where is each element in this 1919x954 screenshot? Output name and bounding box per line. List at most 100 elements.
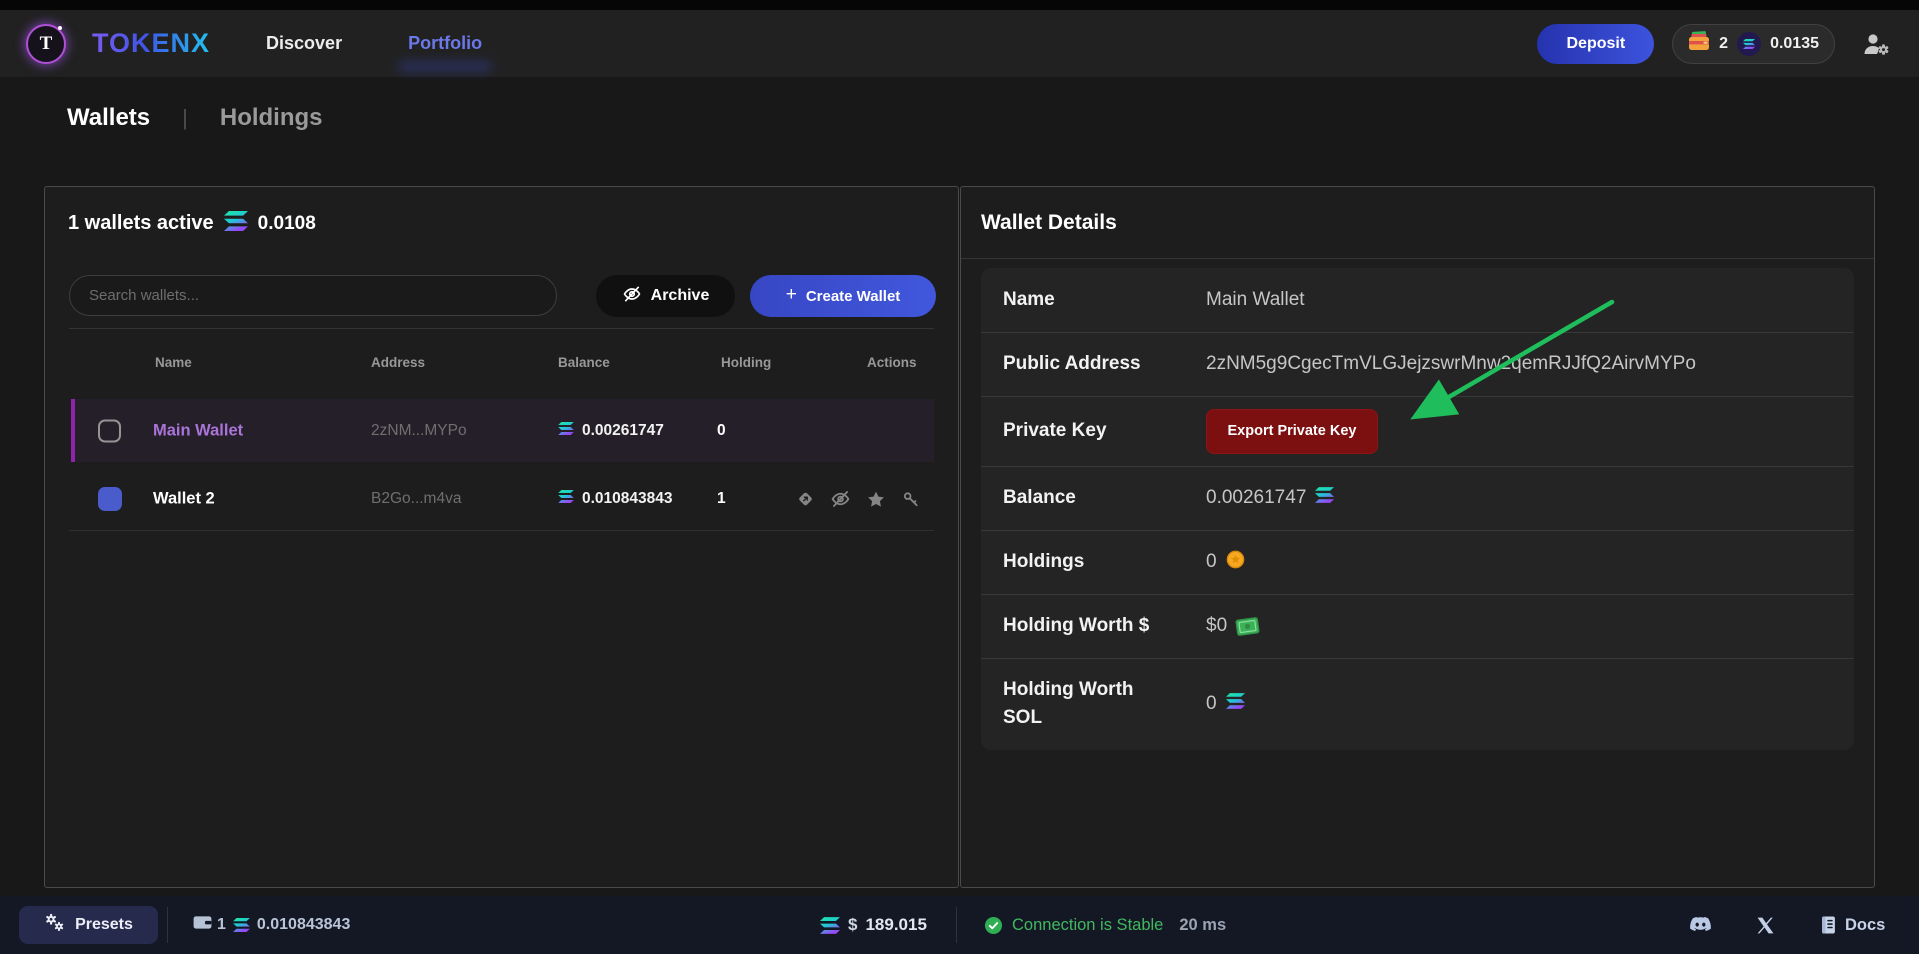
wallet-icon xyxy=(193,915,212,935)
active-wallets-text: 1 wallets active xyxy=(68,212,214,235)
column-holding: Holding xyxy=(721,355,771,370)
public-address-label: Public Address xyxy=(1003,350,1206,378)
star-icon[interactable] xyxy=(865,489,886,510)
footer-wallet-stat[interactable]: 1 0.010843843 xyxy=(193,896,350,954)
navbar-sol-balance: 0.0135 xyxy=(1770,35,1819,53)
latency-value: 20 ms xyxy=(1179,916,1226,935)
wallet-emoji-icon xyxy=(1688,31,1710,56)
sol-price: $ 189.015 xyxy=(820,896,927,954)
x-twitter-icon[interactable] xyxy=(1756,896,1775,954)
price-currency: $ xyxy=(848,915,857,935)
wallet-summary-pill[interactable]: 2 0.0135 xyxy=(1672,24,1835,64)
active-wallet-count: 2 xyxy=(1719,35,1728,53)
column-balance: Balance xyxy=(558,355,610,370)
wallet-checkbox[interactable] xyxy=(98,419,121,442)
wallets-summary: 1 wallets active 0.0108 xyxy=(68,211,316,236)
solana-icon xyxy=(224,211,248,236)
divider xyxy=(961,258,1874,259)
column-address: Address xyxy=(371,355,425,370)
column-actions: Actions xyxy=(867,355,917,370)
eye-off-icon[interactable] xyxy=(830,489,851,510)
solana-icon xyxy=(233,918,250,932)
column-name: Name xyxy=(155,355,192,370)
page-tabs: Wallets | Holdings xyxy=(67,104,323,132)
solana-icon xyxy=(558,422,574,440)
holding-worth-usd-value: $0 xyxy=(1206,615,1227,637)
send-icon[interactable] xyxy=(795,489,816,510)
holding-worth-sol-label: Holding Worth SOL xyxy=(1003,676,1206,731)
account-settings-icon[interactable] xyxy=(1859,27,1893,61)
wallets-panel: 1 wallets active 0.0108 Archive + Create… xyxy=(44,186,959,888)
eye-off-icon xyxy=(622,284,642,309)
divider xyxy=(69,328,934,329)
create-wallet-button[interactable]: + Create Wallet xyxy=(750,275,936,317)
price-value: 189.015 xyxy=(865,915,926,935)
private-key-label: Private Key xyxy=(1003,417,1206,445)
nav-discover[interactable]: Discover xyxy=(266,33,342,54)
divider xyxy=(956,907,957,943)
key-icon[interactable] xyxy=(900,489,921,510)
divider xyxy=(167,907,168,943)
footer-wallet-count: 1 xyxy=(217,916,226,934)
solana-icon xyxy=(1315,487,1334,509)
balance-label: Balance xyxy=(1003,484,1206,512)
app-window: T TOKENX Discover Portfolio Deposit 2 0.… xyxy=(0,0,1919,954)
docs-link[interactable]: Docs xyxy=(1820,896,1885,954)
wallet-details-card: Name Main Wallet Public Address 2zNM5g9C… xyxy=(981,268,1854,750)
public-address-value[interactable]: 2zNM5g9CgecTmVLGJejzswrMnw2qemRJJfQ2Airv… xyxy=(1206,353,1696,375)
table-row[interactable]: Wallet 2 B2Go...m4va 0.010843843 1 xyxy=(71,469,934,529)
search-wallets-input[interactable] xyxy=(69,275,557,316)
tab-separator: | xyxy=(182,105,188,131)
tab-holdings[interactable]: Holdings xyxy=(220,104,323,132)
wallet-holding: 1 xyxy=(717,490,726,508)
tab-wallets[interactable]: Wallets xyxy=(67,104,150,132)
discord-icon[interactable] xyxy=(1688,896,1713,954)
holdings-value: 0 xyxy=(1206,551,1217,573)
check-circle-icon xyxy=(984,916,1003,935)
panel-title: Wallet Details xyxy=(981,211,1117,235)
balance-value: 0.00261747 xyxy=(1206,487,1306,509)
top-strip xyxy=(0,0,1919,10)
solana-icon xyxy=(558,490,574,508)
holding-worth-sol-value: 0 xyxy=(1206,693,1217,715)
brand-logo[interactable]: T xyxy=(26,24,66,64)
wallet-details-panel: Wallet Details Name Main Wallet Public A… xyxy=(960,186,1875,888)
nav-portfolio[interactable]: Portfolio xyxy=(408,33,482,54)
active-wallets-sol: 0.0108 xyxy=(258,213,316,235)
wallet-balance: 0.010843843 xyxy=(582,490,673,508)
brand-name: TOKENX xyxy=(92,28,210,59)
presets-label: Presets xyxy=(75,916,133,934)
table-row[interactable]: Main Wallet 2zNM...MYPo 0.00261747 0 xyxy=(71,399,934,462)
main-nav: Discover Portfolio xyxy=(266,33,482,54)
connection-status: Connection is Stable 20 ms xyxy=(984,896,1226,954)
wallet-name[interactable]: Wallet 2 xyxy=(153,490,215,509)
divider xyxy=(69,530,934,531)
wallet-name[interactable]: Main Wallet xyxy=(153,421,243,440)
solana-icon xyxy=(1226,693,1245,715)
export-private-key-button[interactable]: Export Private Key xyxy=(1206,409,1378,454)
cash-icon xyxy=(1235,616,1260,636)
wallet-address: B2Go...m4va xyxy=(371,490,461,508)
docs-label: Docs xyxy=(1845,916,1885,935)
deposit-button[interactable]: Deposit xyxy=(1537,24,1654,64)
status-bar: Presets 1 0.010843843 $ 189.015 C xyxy=(0,896,1919,954)
gears-icon xyxy=(44,913,66,938)
wallet-holding: 0 xyxy=(717,422,726,440)
connection-status-text: Connection is Stable xyxy=(1012,916,1163,935)
presets-button[interactable]: Presets xyxy=(19,906,158,944)
wallet-address: 2zNM...MYPo xyxy=(371,422,467,440)
holding-worth-usd-label: Holding Worth $ xyxy=(1003,612,1206,640)
solana-badge-icon xyxy=(1737,32,1761,56)
archive-label: Archive xyxy=(651,287,710,305)
archive-button[interactable]: Archive xyxy=(596,275,735,317)
solana-icon xyxy=(820,917,840,934)
holdings-label: Holdings xyxy=(1003,548,1206,576)
plus-icon: + xyxy=(786,284,797,306)
navbar-right: Deposit 2 0.0135 xyxy=(1537,24,1893,64)
wallet-checkbox[interactable] xyxy=(98,487,122,511)
navbar: T TOKENX Discover Portfolio Deposit 2 0.… xyxy=(0,10,1919,78)
footer-wallet-sol: 0.010843843 xyxy=(257,916,350,934)
name-label: Name xyxy=(1003,286,1206,314)
row-actions xyxy=(795,489,921,510)
wallet-balance: 0.00261747 xyxy=(582,422,664,440)
